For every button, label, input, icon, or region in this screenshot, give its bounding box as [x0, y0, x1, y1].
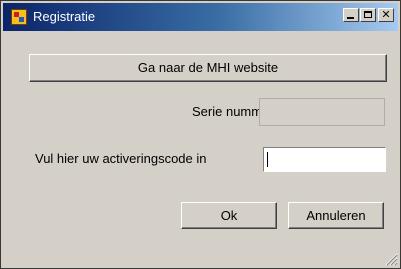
app-icon: [11, 9, 27, 25]
minimize-button[interactable]: [343, 8, 359, 22]
minimize-icon: [347, 17, 354, 19]
maximize-button[interactable]: [360, 8, 376, 22]
activation-code-label: Vul hier uw activeringscode in: [35, 151, 207, 166]
resize-grip-icon[interactable]: [384, 252, 398, 266]
serial-number-field: [259, 98, 385, 126]
window-title: Registratie: [33, 9, 96, 24]
cancel-button[interactable]: Annuleren: [288, 202, 384, 229]
activation-code-input[interactable]: [263, 147, 386, 172]
close-icon: ✕: [381, 8, 391, 21]
maximize-icon: [364, 11, 372, 18]
website-button[interactable]: Ga naar de MHI website: [29, 54, 387, 82]
close-button[interactable]: ✕: [378, 8, 394, 22]
text-caret: [267, 152, 268, 167]
ok-button[interactable]: Ok: [181, 202, 277, 229]
title-bar[interactable]: Registratie ✕: [3, 3, 398, 31]
registration-dialog: Registratie ✕ Ga naar de MHI website Ser…: [0, 0, 401, 269]
